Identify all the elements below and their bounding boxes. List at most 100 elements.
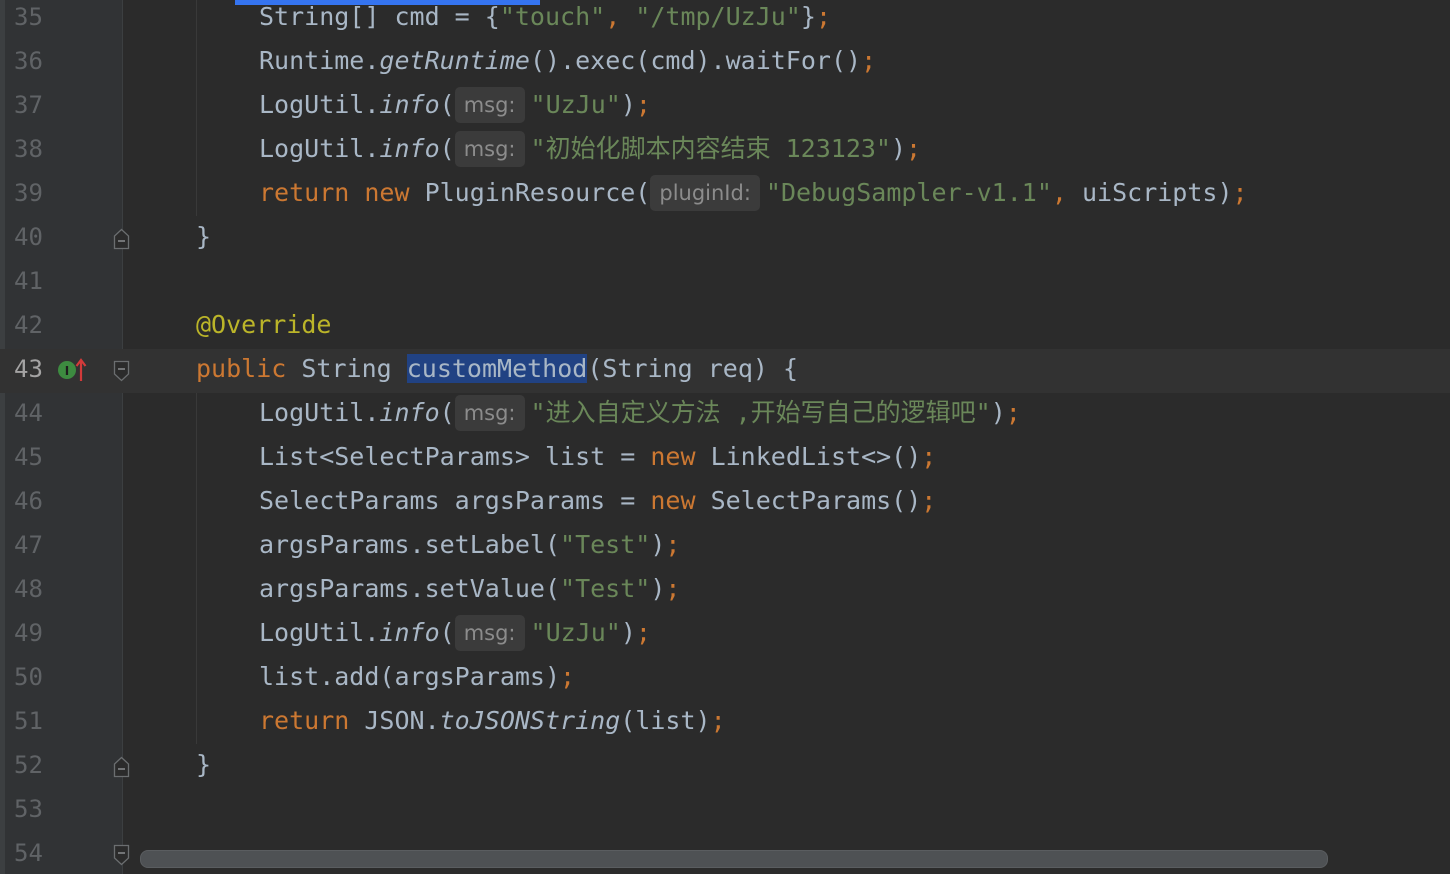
code-token[interactable]: ) — [650, 574, 665, 603]
code-token[interactable]: } — [801, 2, 816, 31]
punctuation-token[interactable]: , — [605, 2, 635, 31]
code-token[interactable]: list.add(argsParams) — [259, 662, 560, 691]
code-token[interactable]: LogUtil. — [259, 398, 379, 427]
line-number[interactable]: 46 — [14, 481, 54, 525]
code-text[interactable]: argsParams.setLabel("Test"); — [259, 525, 680, 569]
code-token[interactable]: argsParams.setValue( — [259, 574, 560, 603]
code-token[interactable]: ( — [440, 90, 455, 119]
code-token[interactable]: SelectParams() — [711, 486, 922, 515]
punctuation-token[interactable]: ; — [921, 442, 936, 471]
method-call-token[interactable]: info — [379, 90, 439, 119]
code-line[interactable]: 46 SelectParams argsParams = new SelectPa… — [0, 481, 1450, 525]
code-token[interactable]: ().exec(cmd).waitFor() — [530, 46, 861, 75]
code-token[interactable]: ( — [440, 618, 455, 647]
annotation-token[interactable]: @Override — [196, 310, 331, 339]
code-line[interactable]: 36 Runtime.getRuntime().exec(cmd).waitFor… — [0, 41, 1450, 85]
code-token[interactable]: (list) — [620, 706, 710, 735]
code-text[interactable]: LogUtil.info(msg: "进入自定义方法 ,开始写自己的逻辑吧"); — [259, 393, 1021, 437]
line-number[interactable]: 47 — [14, 525, 54, 569]
line-number[interactable]: 39 — [14, 173, 54, 217]
string-literal[interactable]: "DebugSampler-v1.1" — [766, 178, 1052, 207]
keyword-token[interactable]: public — [196, 354, 301, 383]
code-token[interactable]: } — [196, 750, 211, 779]
code-text[interactable]: argsParams.setValue("Test"); — [259, 569, 680, 613]
keyword-token[interactable]: return new — [259, 178, 425, 207]
fold-icon[interactable] — [113, 844, 130, 866]
code-line[interactable]: 51 return JSON.toJSONString(list); — [0, 701, 1450, 745]
keyword-token[interactable]: new — [650, 442, 710, 471]
line-number[interactable]: 52 — [14, 745, 54, 789]
code-line[interactable]: 40} — [0, 217, 1450, 261]
line-number[interactable]: 37 — [14, 85, 54, 129]
code-editor[interactable]: 35 String[] cmd = {"touch", "/tmp/UzJu"};… — [0, 0, 1450, 874]
code-token[interactable]: } — [196, 222, 211, 251]
implements-interface-icon[interactable]: I — [56, 357, 90, 383]
string-literal[interactable]: "UzJu" — [531, 618, 621, 647]
code-text[interactable]: list.add(argsParams); — [259, 657, 575, 701]
code-token[interactable]: LogUtil. — [259, 90, 379, 119]
code-line[interactable]: 37 LogUtil.info(msg: "UzJu"); — [0, 85, 1450, 129]
code-line[interactable]: 49 LogUtil.info(msg: "UzJu"); — [0, 613, 1450, 657]
code-text[interactable]: LogUtil.info(msg: "初始化脚本内容结束 123123"); — [259, 129, 921, 173]
code-token[interactable]: ( — [440, 134, 455, 163]
code-token[interactable]: argsParams.setLabel( — [259, 530, 560, 559]
code-text[interactable]: public String customMethod(String req) { — [196, 349, 798, 393]
punctuation-token[interactable]: ; — [1233, 178, 1248, 207]
method-call-token[interactable]: info — [379, 618, 439, 647]
punctuation-token[interactable]: ; — [906, 134, 921, 163]
code-text[interactable]: List<SelectParams> list = new LinkedList… — [259, 437, 936, 481]
method-call-token[interactable]: toJSONString — [440, 706, 621, 735]
code-token[interactable]: LinkedList<>() — [711, 442, 922, 471]
line-number[interactable]: 38 — [14, 129, 54, 173]
code-token[interactable]: ) — [650, 530, 665, 559]
code-token[interactable]: LogUtil. — [259, 618, 379, 647]
string-literal[interactable]: "/tmp/UzJu" — [635, 2, 801, 31]
code-token[interactable]: ) — [621, 90, 636, 119]
code-line[interactable]: 47 argsParams.setLabel("Test"); — [0, 525, 1450, 569]
code-text[interactable]: String[] cmd = {"touch", "/tmp/UzJu"}; — [259, 0, 831, 41]
method-call-token[interactable]: getRuntime — [379, 46, 530, 75]
method-call-token[interactable]: info — [379, 398, 439, 427]
line-number[interactable]: 54 — [14, 833, 54, 874]
code-token[interactable]: ) — [621, 618, 636, 647]
code-line[interactable]: 42 @Override — [0, 305, 1450, 349]
line-number[interactable]: 51 — [14, 701, 54, 745]
code-token[interactable]: (String req) { — [587, 354, 798, 383]
punctuation-token[interactable]: ; — [1006, 398, 1021, 427]
code-line[interactable]: 43 public String customMethod(String req)… — [0, 349, 1450, 393]
line-number[interactable]: 43 — [14, 349, 54, 393]
code-token[interactable]: List<SelectParams> list = — [259, 442, 650, 471]
code-line[interactable]: 50 list.add(argsParams); — [0, 657, 1450, 701]
code-token[interactable]: SelectParams argsParams = — [259, 486, 650, 515]
code-token[interactable]: ) — [891, 134, 906, 163]
line-number[interactable]: 35 — [14, 0, 54, 41]
code-text[interactable]: LogUtil.info(msg: "UzJu"); — [259, 85, 651, 129]
line-number[interactable]: 48 — [14, 569, 54, 613]
code-line[interactable]: 38 LogUtil.info(msg: "初始化脚本内容结束 123123"); — [0, 129, 1450, 173]
code-line[interactable]: 48 argsParams.setValue("Test"); — [0, 569, 1450, 613]
code-token[interactable]: Runtime. — [259, 46, 379, 75]
code-token[interactable]: JSON. — [364, 706, 439, 735]
code-token[interactable]: String[] cmd = { — [259, 2, 500, 31]
line-number[interactable]: 49 — [14, 613, 54, 657]
punctuation-token[interactable]: ; — [665, 574, 680, 603]
code-text[interactable]: @Override — [196, 305, 331, 349]
line-number[interactable]: 40 — [14, 217, 54, 261]
code-token[interactable]: ( — [440, 398, 455, 427]
code-text[interactable]: return JSON.toJSONString(list); — [259, 701, 726, 745]
code-text[interactable]: } — [196, 217, 211, 261]
fold-icon[interactable] — [113, 228, 130, 250]
punctuation-token[interactable]: ; — [921, 486, 936, 515]
code-text[interactable]: return new PluginResource(pluginId: "Debu… — [259, 173, 1248, 217]
string-literal[interactable]: "初始化脚本内容结束 123123" — [531, 134, 891, 163]
string-literal[interactable]: "Test" — [560, 574, 650, 603]
code-token[interactable]: LogUtil. — [259, 134, 379, 163]
horizontal-scrollbar-thumb[interactable] — [140, 850, 1328, 868]
keyword-token[interactable]: return — [259, 706, 364, 735]
string-literal[interactable]: "touch" — [500, 2, 605, 31]
punctuation-token[interactable]: ; — [861, 46, 876, 75]
line-number[interactable]: 44 — [14, 393, 54, 437]
punctuation-token[interactable]: ; — [560, 662, 575, 691]
punctuation-token[interactable]: ; — [636, 90, 651, 119]
code-line[interactable]: 52} — [0, 745, 1450, 789]
